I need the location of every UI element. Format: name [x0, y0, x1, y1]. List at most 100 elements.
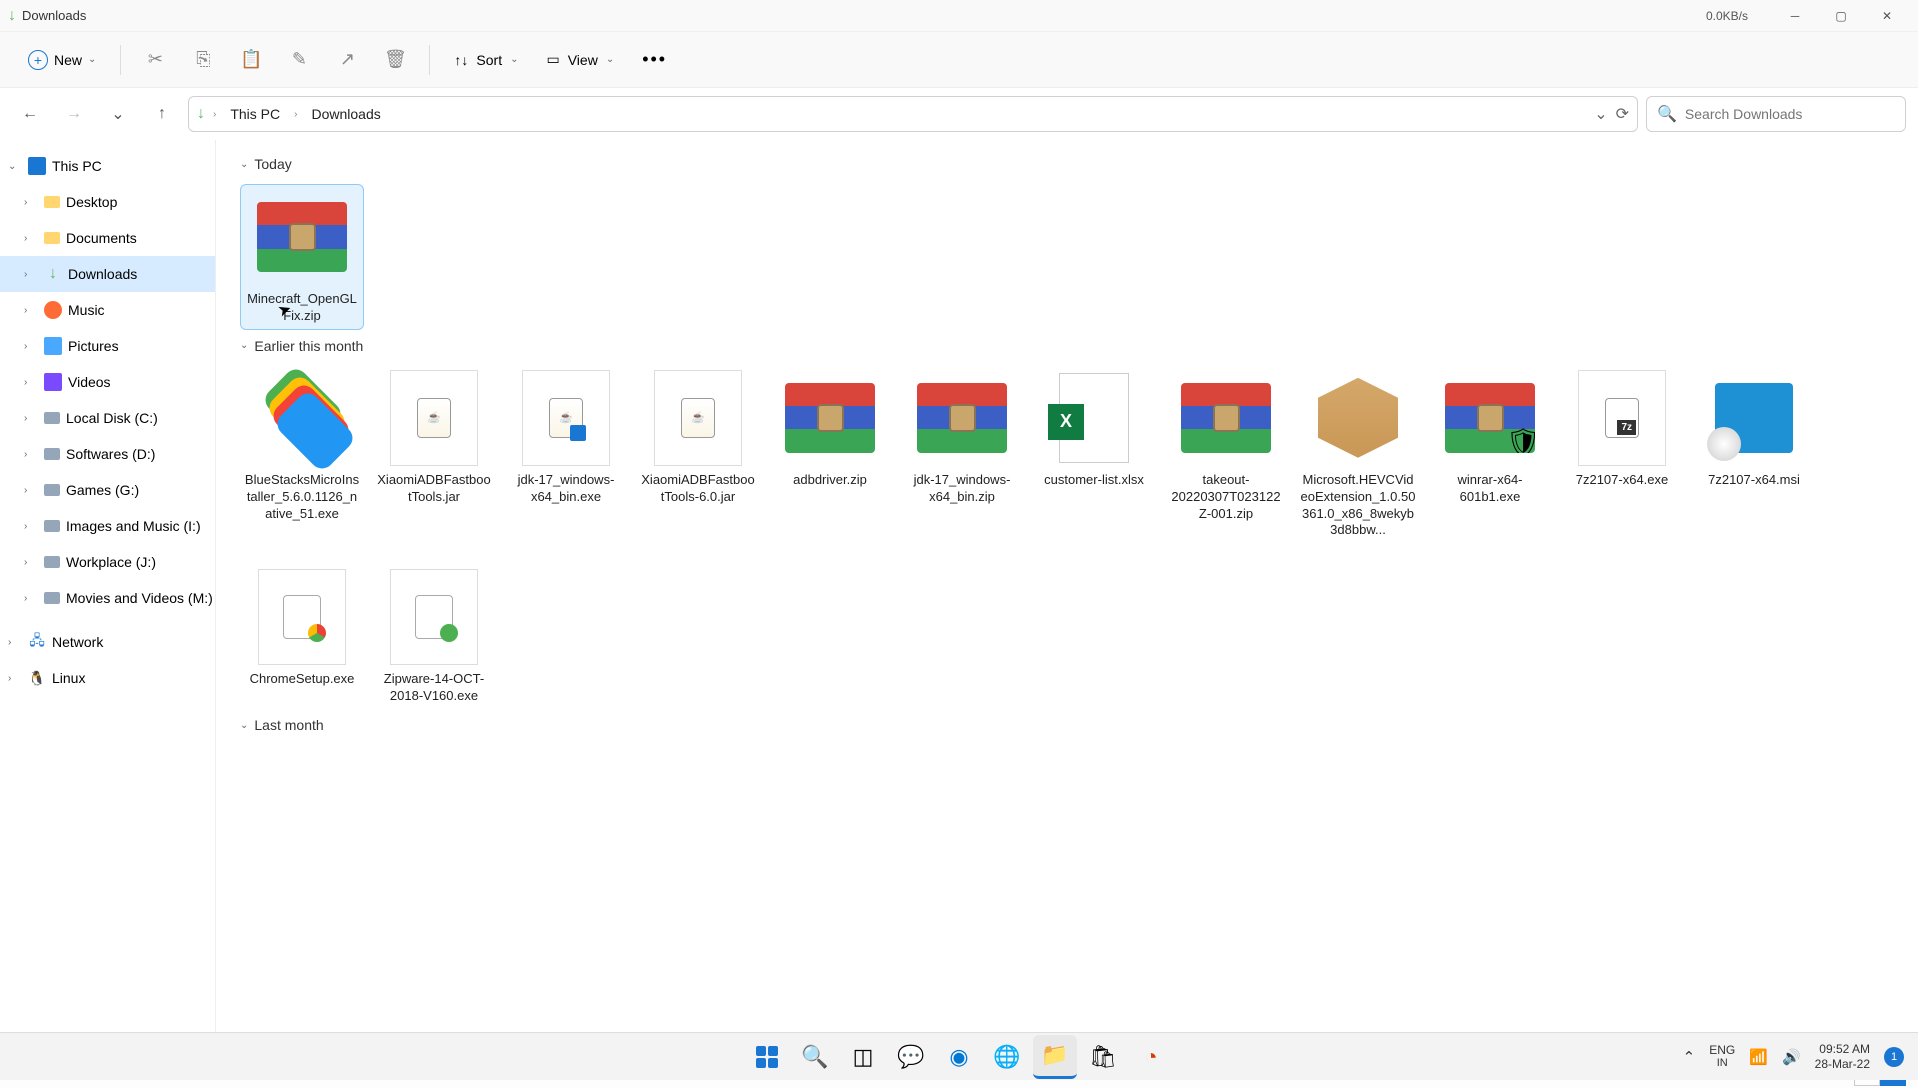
- file-item[interactable]: Microsoft.HEVCVideoExtension_1.0.50361.0…: [1296, 366, 1420, 544]
- sidebar-item-movies-and-videos-m-[interactable]: › Movies and Videos (M:): [0, 580, 215, 616]
- rename-button[interactable]: ✎: [277, 41, 321, 79]
- file-label: Zipware-14-OCT-2018-V160.exe: [376, 671, 492, 705]
- wifi-icon[interactable]: 📶: [1749, 1048, 1768, 1066]
- sidebar-item-music[interactable]: › Music: [0, 292, 215, 328]
- separator: [429, 45, 430, 75]
- start-button[interactable]: [745, 1035, 789, 1079]
- sort-button[interactable]: ↑↓ Sort ⌄: [442, 46, 530, 74]
- group-earlier[interactable]: ⌄ Earlier this month: [240, 338, 1902, 354]
- sidebar-item-label: Music: [68, 302, 105, 318]
- network-icon: 🖧: [28, 633, 46, 651]
- chevron-down-icon: ⌄: [606, 54, 614, 65]
- volume-icon[interactable]: 🔊: [1782, 1048, 1801, 1066]
- refresh-button[interactable]: ⟳: [1616, 104, 1629, 124]
- maximize-button[interactable]: ▢: [1818, 0, 1864, 32]
- file-item[interactable]: ☕ XiaomiADBFastbootTools-6.0.jar: [636, 366, 760, 544]
- folder-icon: [44, 196, 60, 208]
- back-button[interactable]: ←: [12, 96, 48, 132]
- breadcrumb-thispc[interactable]: This PC: [224, 102, 286, 126]
- file-label: Minecraft_OpenGL Fix.zip: [245, 291, 359, 325]
- sidebar-item-label: Downloads: [68, 266, 137, 282]
- sidebar-item-label: Workplace (J:): [66, 554, 156, 570]
- file-item[interactable]: ☕ XiaomiADBFastbootTools.jar: [372, 366, 496, 544]
- netspeed: 0.0KB/s: [1706, 9, 1748, 23]
- search-button[interactable]: 🔍: [793, 1035, 837, 1079]
- group-today[interactable]: ⌄ Today: [240, 156, 1902, 172]
- drive-icon: [44, 484, 60, 496]
- chevron-down-icon[interactable]: ⌄: [1594, 104, 1607, 124]
- sidebar: ⌄ This PC › Desktop› Documents› ↓ Downlo…: [0, 140, 216, 1060]
- file-item[interactable]: ChromeSetup.exe: [240, 565, 364, 709]
- more-button[interactable]: •••: [630, 43, 679, 76]
- sidebar-item-games-g-[interactable]: › Games (G:): [0, 472, 215, 508]
- address-bar[interactable]: ↓ › This PC › Downloads ⌄ ⟳: [188, 96, 1638, 132]
- sidebar-item-label: Images and Music (I:): [66, 518, 201, 534]
- taskview-button[interactable]: ◫: [841, 1035, 885, 1079]
- file-item[interactable]: BlueStacksMicroInstaller_5.6.0.1126_nati…: [240, 366, 364, 544]
- app-icon[interactable]: ◔: [1129, 1035, 1173, 1079]
- chrome-icon[interactable]: 🌐: [985, 1035, 1029, 1079]
- sidebar-item-workplace-j-[interactable]: › Workplace (J:): [0, 544, 215, 580]
- sidebar-item-documents[interactable]: › Documents: [0, 220, 215, 256]
- file-item[interactable]: adbdriver.zip: [768, 366, 892, 544]
- file-item[interactable]: winrar-x64-601b1.exe: [1428, 366, 1552, 544]
- file-label: 7z2107-x64.exe: [1576, 472, 1669, 489]
- explorer-icon[interactable]: 📁: [1033, 1035, 1077, 1079]
- sidebar-item-linux[interactable]: › 🐧 Linux: [0, 660, 215, 696]
- share-button[interactable]: ↗: [325, 41, 369, 79]
- chevron-down-icon: ⌄: [8, 161, 22, 172]
- recent-button[interactable]: ⌄: [100, 96, 136, 132]
- whatsapp-icon[interactable]: 💬: [889, 1035, 933, 1079]
- chevron-right-icon: ›: [24, 593, 38, 604]
- sidebar-item-videos[interactable]: › Videos: [0, 364, 215, 400]
- search-box[interactable]: 🔍: [1646, 96, 1906, 132]
- sidebar-item-network[interactable]: › 🖧 Network: [0, 624, 215, 660]
- file-item[interactable]: Minecraft_OpenGL Fix.zip: [240, 184, 364, 330]
- clock[interactable]: 09:52 AM 28-Mar-22: [1815, 1042, 1870, 1071]
- separator: [120, 45, 121, 75]
- breadcrumb-downloads[interactable]: Downloads: [305, 102, 386, 126]
- plus-icon: +: [28, 50, 48, 70]
- sidebar-item-pictures[interactable]: › Pictures: [0, 328, 215, 364]
- chevron-right-icon: ›: [24, 557, 38, 568]
- file-label: XiaomiADBFastbootTools.jar: [376, 472, 492, 506]
- new-button[interactable]: + New ⌄: [16, 44, 108, 76]
- file-item[interactable]: ☕ jdk-17_windows-x64_bin.exe: [504, 366, 628, 544]
- copy-button[interactable]: ⎘: [181, 41, 225, 79]
- store-icon[interactable]: 🛍: [1081, 1035, 1125, 1079]
- sidebar-item-thispc[interactable]: ⌄ This PC: [0, 148, 215, 184]
- sidebar-item-local-disk-c-[interactable]: › Local Disk (C:): [0, 400, 215, 436]
- folder-icon: [44, 232, 60, 244]
- file-item[interactable]: customer-list.xlsx: [1032, 366, 1156, 544]
- up-button[interactable]: ↑: [144, 96, 180, 132]
- minimize-button[interactable]: ─: [1772, 0, 1818, 32]
- group-lastmonth[interactable]: ⌄ Last month: [240, 717, 1902, 733]
- search-input[interactable]: [1685, 106, 1895, 122]
- file-item[interactable]: Zipware-14-OCT-2018-V160.exe: [372, 565, 496, 709]
- bluestacks-icon: [254, 370, 350, 466]
- jar-exe-icon: ☕: [518, 370, 614, 466]
- tray-chevron-icon[interactable]: ⌃: [1683, 1048, 1696, 1066]
- file-item[interactable]: 7z2107-x64.exe: [1560, 366, 1684, 544]
- file-label: Microsoft.HEVCVideoExtension_1.0.50361.0…: [1300, 472, 1416, 540]
- pkg-icon: [1310, 370, 1406, 466]
- sidebar-item-desktop[interactable]: › Desktop: [0, 184, 215, 220]
- close-button[interactable]: ✕: [1864, 0, 1910, 32]
- chevron-down-icon: ⌄: [88, 54, 96, 65]
- forward-button[interactable]: →: [56, 96, 92, 132]
- sidebar-item-softwares-d-[interactable]: › Softwares (D:): [0, 436, 215, 472]
- rar-icon: [782, 370, 878, 466]
- sidebar-item-downloads[interactable]: › ↓ Downloads: [0, 256, 215, 292]
- delete-button[interactable]: 🗑: [373, 41, 417, 79]
- edge-icon[interactable]: ◉: [937, 1035, 981, 1079]
- notification-badge[interactable]: 1: [1884, 1047, 1904, 1067]
- sidebar-item-label: Movies and Videos (M:): [66, 590, 213, 606]
- paste-button[interactable]: 📋: [229, 41, 273, 79]
- language-indicator[interactable]: ENG: [1709, 1043, 1735, 1057]
- cut-button[interactable]: ✂: [133, 41, 177, 79]
- file-item[interactable]: 7z2107-x64.msi: [1692, 366, 1816, 544]
- file-item[interactable]: takeout-20220307T023122Z-001.zip: [1164, 366, 1288, 544]
- sidebar-item-images-and-music-i-[interactable]: › Images and Music (I:): [0, 508, 215, 544]
- file-item[interactable]: jdk-17_windows-x64_bin.zip: [900, 366, 1024, 544]
- view-button[interactable]: ▭ View ⌄: [534, 45, 626, 74]
